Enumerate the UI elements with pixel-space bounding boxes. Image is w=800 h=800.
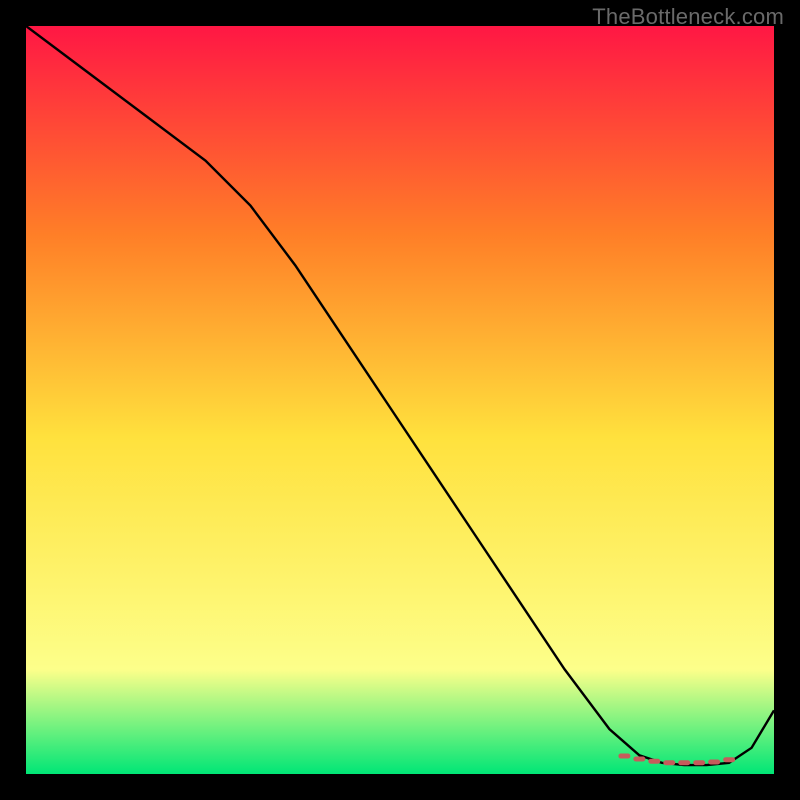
plot-area (26, 26, 774, 774)
chart-svg (26, 26, 774, 774)
gradient-background (26, 26, 774, 774)
trough-marker (708, 760, 720, 765)
trough-marker (663, 760, 675, 765)
chart-frame: TheBottleneck.com (0, 0, 800, 800)
trough-marker (633, 757, 645, 762)
trough-marker (693, 760, 705, 765)
trough-marker (678, 760, 690, 765)
trough-marker (723, 757, 735, 762)
trough-marker (648, 759, 660, 764)
trough-marker (618, 754, 630, 759)
